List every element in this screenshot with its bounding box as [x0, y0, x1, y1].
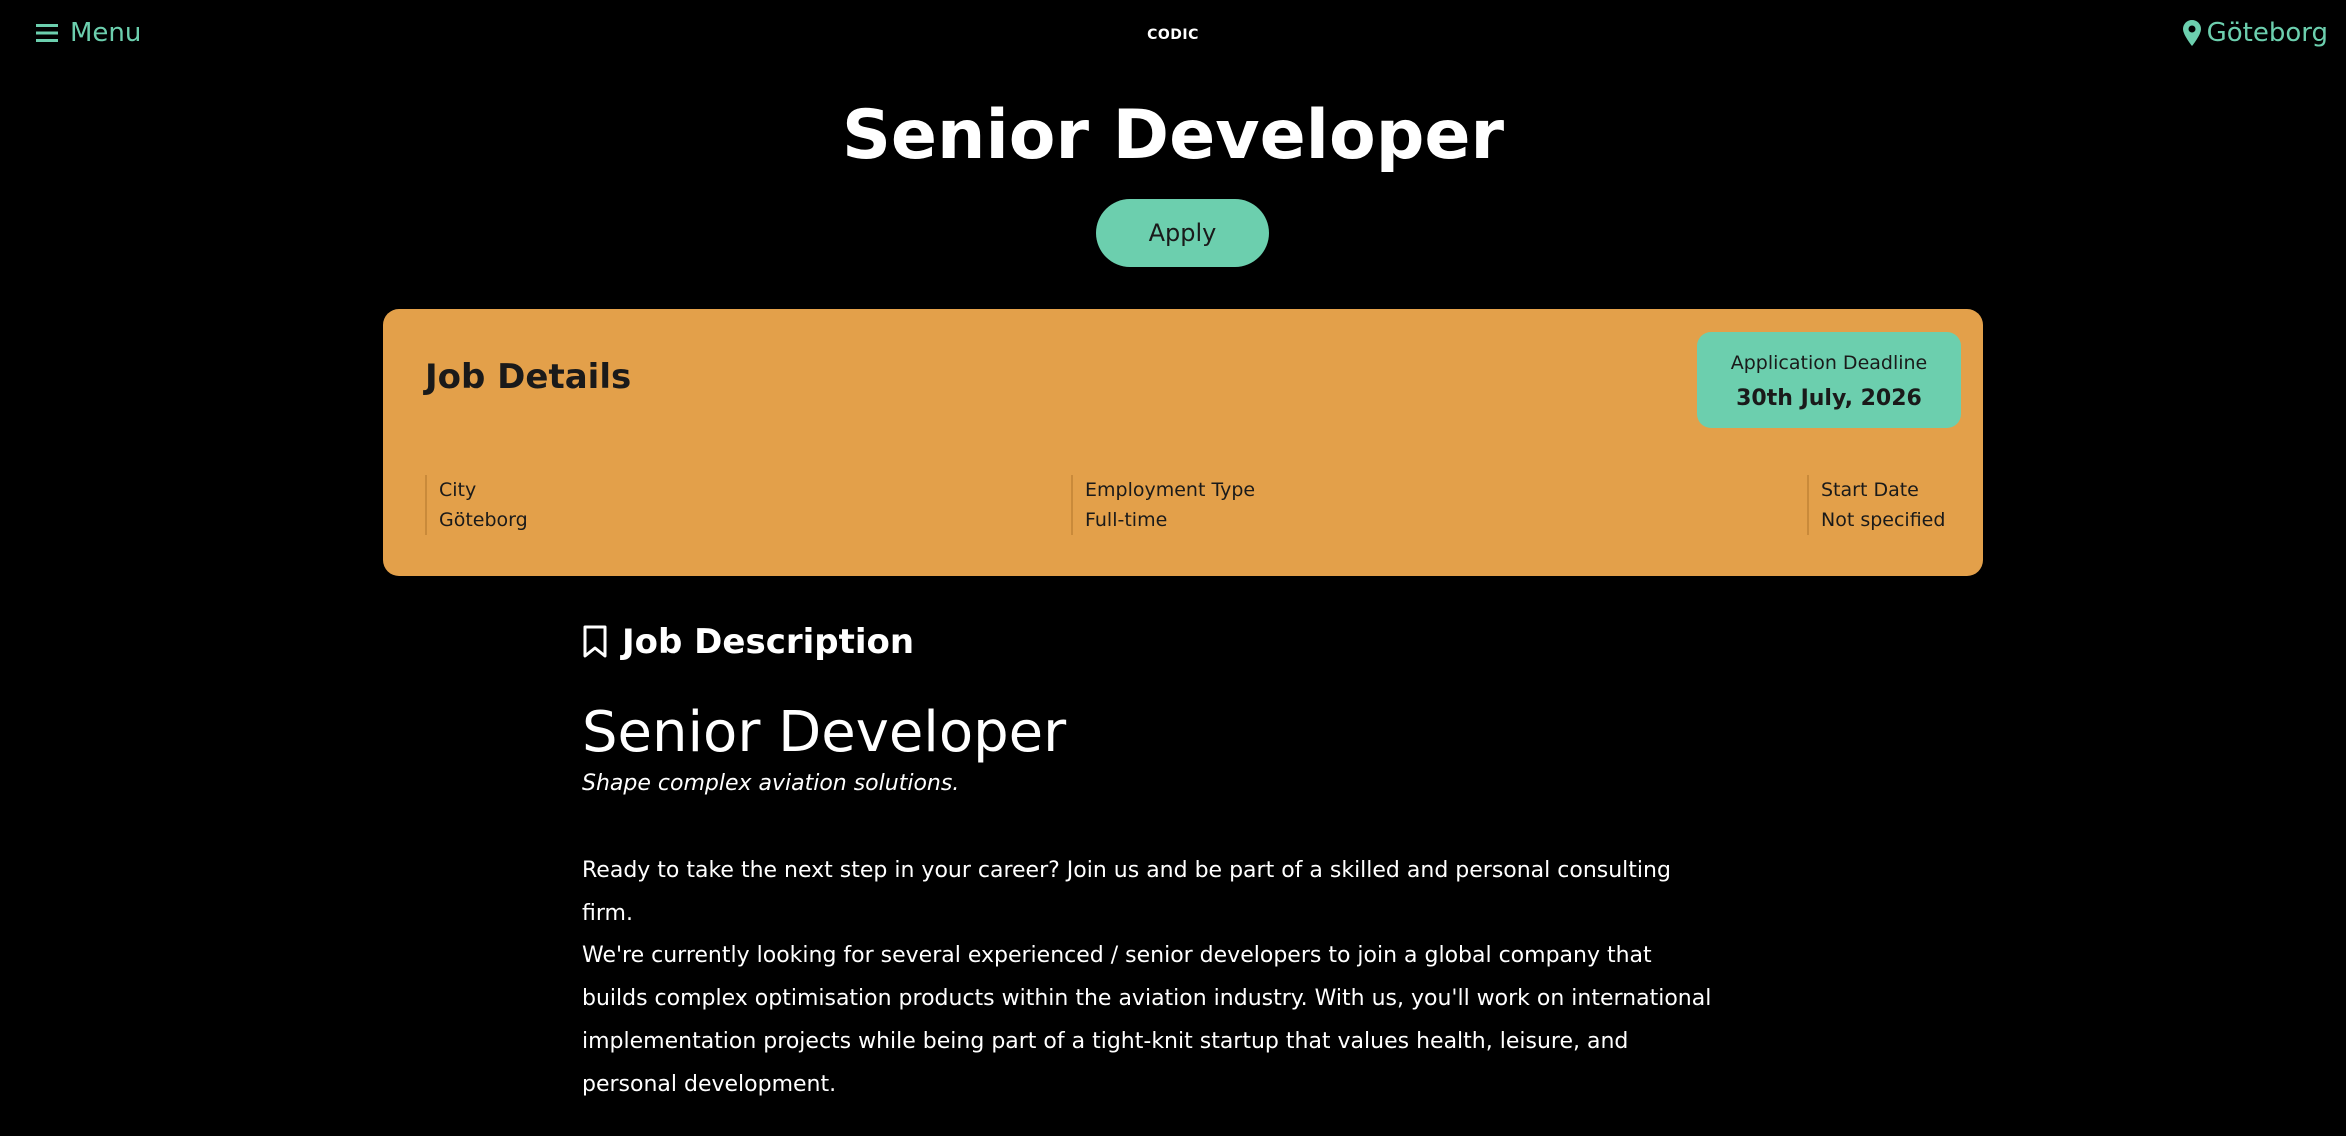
job-description-heading: Job Description: [582, 622, 914, 662]
apply-button[interactable]: Apply: [1096, 199, 1269, 267]
logo[interactable]: CODIC: [0, 27, 2346, 43]
detail-label: Employment Type: [1085, 479, 1256, 501]
detail-label: Start Date: [1821, 479, 1919, 501]
detail-start-date: Start Date Not specified: [1807, 475, 1945, 535]
description-tagline: Shape complex aviation solutions.: [582, 771, 960, 796]
description-title: Senior Developer: [582, 700, 1067, 765]
description-paragraph: Ready to take the next step in your care…: [582, 858, 1671, 926]
map-pin-icon: [2182, 20, 2201, 46]
detail-value: Not specified: [1821, 509, 1946, 531]
page-title: Senior Developer: [841, 96, 1505, 175]
location-label: Göteborg: [2206, 18, 2328, 48]
detail-city: City Göteborg: [425, 475, 528, 535]
top-bar: Menu CODIC Göteborg: [0, 0, 2346, 72]
description-paragraph: We're currently looking for several expe…: [582, 943, 1712, 1097]
bookmark-icon: [583, 625, 607, 658]
detail-value: Full-time: [1085, 509, 1168, 531]
application-deadline-badge: Application Deadline 30th July, 2026: [1697, 332, 1961, 428]
job-details-card: Job Details Application Deadline 30th Ju…: [383, 309, 1983, 576]
job-details-title: Job Details: [425, 357, 632, 397]
deadline-label: Application Deadline: [1730, 352, 1928, 374]
location-button[interactable]: Göteborg: [2182, 18, 2328, 48]
deadline-value: 30th July, 2026: [1736, 386, 1922, 411]
job-description-heading-label: Job Description: [622, 622, 915, 662]
detail-value: Göteborg: [439, 509, 528, 531]
detail-employment-type: Employment Type Full-time: [1071, 475, 1255, 535]
detail-label: City: [439, 479, 477, 501]
